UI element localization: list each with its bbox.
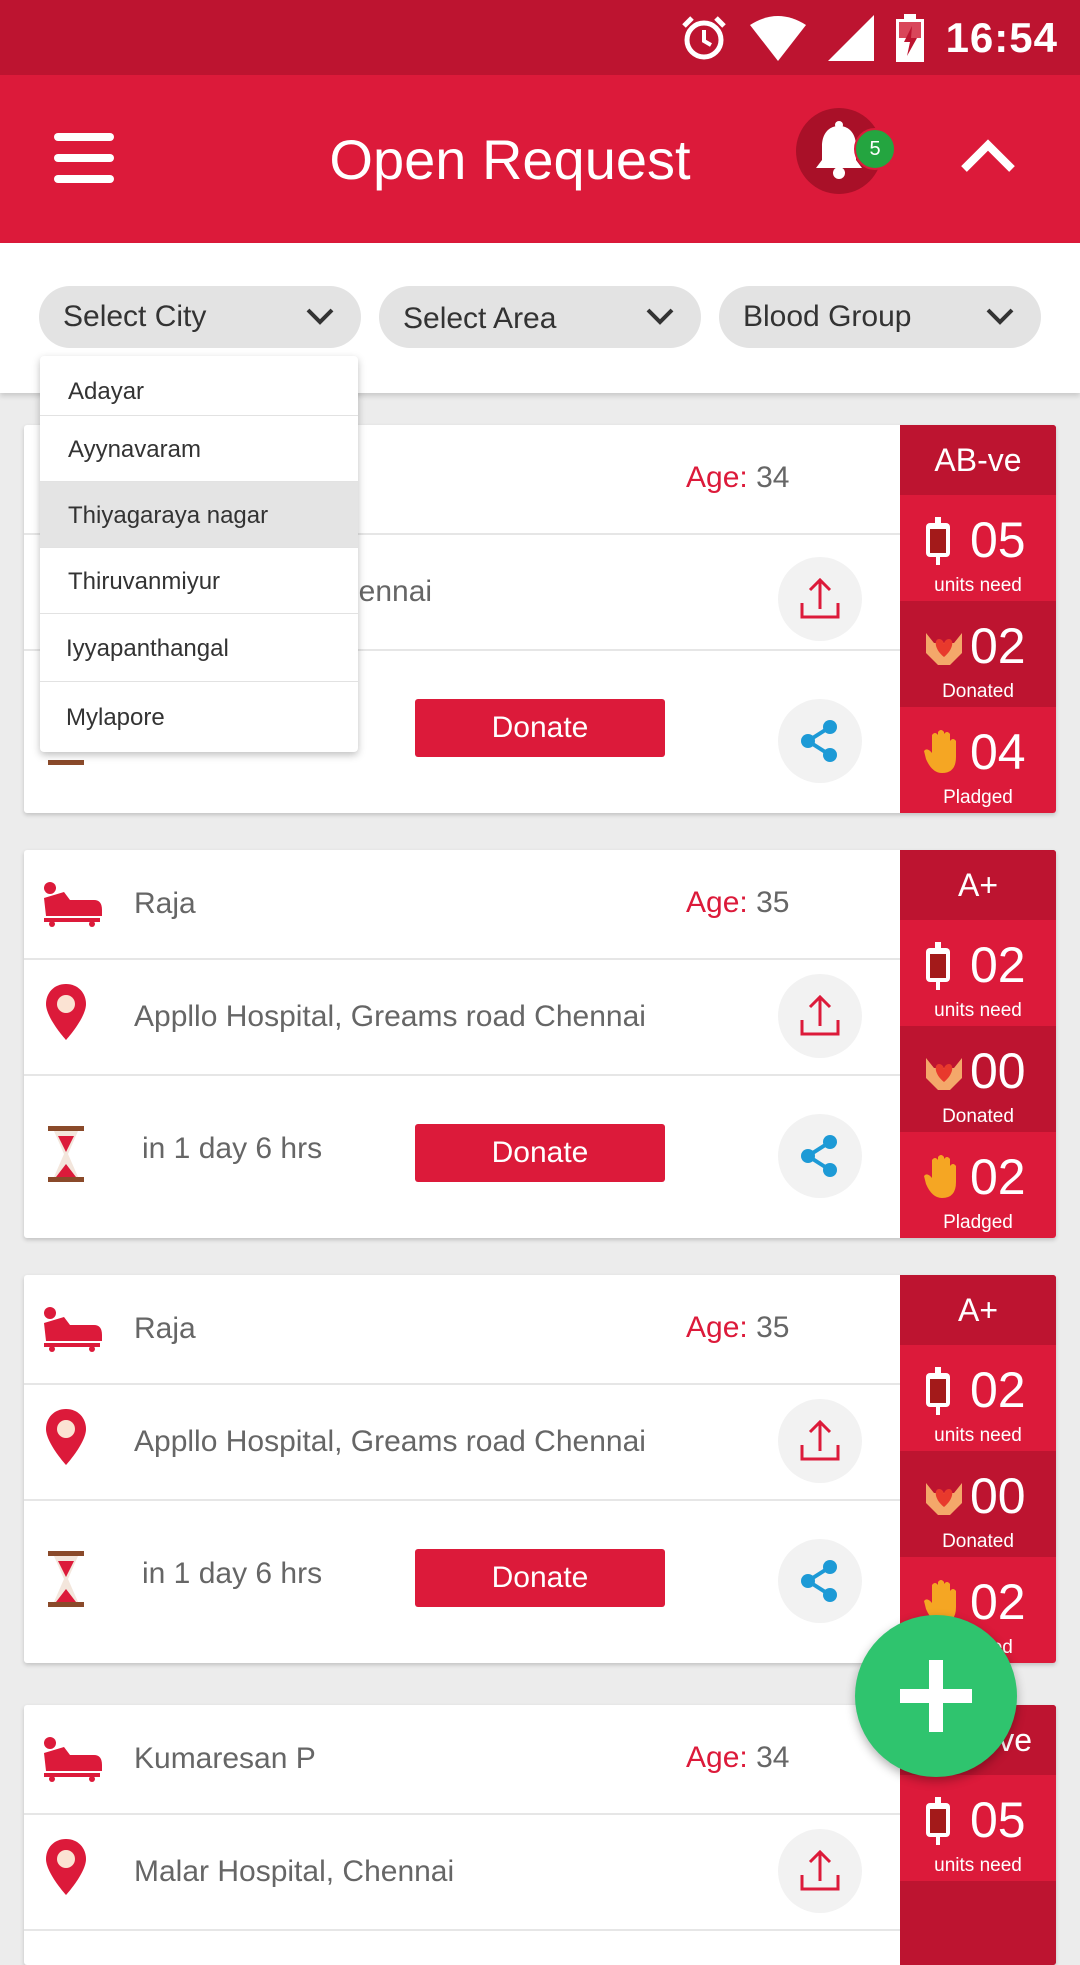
blood-stats-panel: A+ 02 units need 00 Donated 02 Pladged bbox=[900, 850, 1056, 1238]
patient-row: Kumaresan P Age: 34 bbox=[24, 1705, 900, 1815]
patient-row: Raja Age: 35 bbox=[24, 1275, 900, 1385]
share-button[interactable] bbox=[778, 699, 862, 783]
upload-button[interactable] bbox=[778, 1829, 862, 1913]
hospital-name: Appllo Hospital, Greams road Chennai bbox=[134, 1425, 646, 1458]
units-need-stat: 05 units need bbox=[900, 1775, 1056, 1881]
share-icon bbox=[801, 1135, 837, 1177]
patient-name: Kumaresan P bbox=[134, 1742, 316, 1775]
heart-hands-icon bbox=[926, 1483, 962, 1515]
request-card: Raja Age: 35 Appllo Hospital, Greams roa… bbox=[24, 850, 1056, 1238]
chevron-down-icon bbox=[646, 308, 674, 325]
donated-stat bbox=[900, 1881, 1056, 1965]
share-icon bbox=[801, 1560, 837, 1602]
units-need-stat: 02 units need bbox=[900, 1345, 1056, 1451]
blood-group-label: Blood Group bbox=[743, 300, 912, 333]
patient-age: Age: 35 bbox=[686, 886, 790, 919]
city-option[interactable]: Mylapore bbox=[40, 682, 358, 752]
heart-hands-icon bbox=[926, 1058, 962, 1090]
app-bar: Open Request 5 bbox=[0, 75, 1080, 243]
upload-icon bbox=[800, 577, 840, 619]
wifi-icon bbox=[749, 15, 806, 61]
blood-bag-icon bbox=[926, 1367, 950, 1415]
notification-badge: 5 bbox=[854, 128, 896, 170]
units-need-stat: 05 units need bbox=[900, 495, 1056, 601]
share-icon bbox=[801, 720, 837, 762]
city-option[interactable]: Thiruvanmiyur bbox=[40, 548, 358, 614]
raised-hand-icon bbox=[924, 1155, 956, 1198]
patient-bed-icon bbox=[44, 1307, 102, 1352]
status-bar: 16:54 bbox=[0, 0, 1080, 75]
select-city-label: Select City bbox=[63, 300, 207, 333]
time-row: in 1 day 6 hrs Donate bbox=[24, 1499, 900, 1663]
battery-icon bbox=[895, 13, 924, 62]
share-button[interactable] bbox=[778, 1114, 862, 1198]
upload-icon bbox=[800, 1419, 840, 1461]
hospital-name: Malar Hospital, Chennai bbox=[134, 1855, 455, 1888]
raised-hand-icon bbox=[924, 730, 956, 773]
city-option[interactable]: Ayynavaram bbox=[40, 416, 358, 482]
chevron-up-icon[interactable] bbox=[958, 135, 1018, 175]
blood-group-badge: AB-ve bbox=[900, 425, 1056, 495]
city-option[interactable]: Adayar bbox=[40, 356, 358, 416]
blood-stats-panel: AB-ve 05 units need 02 Donated 04 Pladge… bbox=[900, 425, 1056, 813]
donated-stat: 00 Donated bbox=[900, 1451, 1056, 1557]
time-row: in 1 day 6 hrs Donate bbox=[24, 1074, 900, 1238]
select-city-dropdown[interactable]: Select City bbox=[39, 286, 361, 348]
units-need-stat: 02 units need bbox=[900, 920, 1056, 1026]
blood-stats-panel: A+ 02 units need 00 Donated 02 Pladged bbox=[900, 1275, 1056, 1663]
patient-age: Age: 34 bbox=[686, 1741, 790, 1774]
hospital-name: Appllo Hospital, Greams road Chennai bbox=[134, 1000, 646, 1033]
pledged-stat: 04 Pladged bbox=[900, 707, 1056, 813]
location-pin-icon bbox=[46, 984, 86, 1040]
heart-hands-icon bbox=[926, 633, 962, 665]
patient-row: Raja Age: 35 bbox=[24, 850, 900, 960]
hourglass-icon bbox=[48, 1126, 84, 1182]
blood-bag-icon bbox=[926, 517, 950, 565]
blood-group-dropdown[interactable]: Blood Group bbox=[719, 286, 1041, 348]
hourglass-icon bbox=[48, 1551, 84, 1607]
blood-group-badge: A+ bbox=[900, 1275, 1056, 1345]
patient-age: Age: 35 bbox=[686, 1311, 790, 1344]
city-option[interactable]: Thiyagaraya nagar bbox=[40, 482, 358, 548]
donated-stat: 02 Donated bbox=[900, 601, 1056, 707]
patient-bed-icon bbox=[44, 882, 102, 927]
pledged-stat: 02 Pladged bbox=[900, 1132, 1056, 1238]
donate-button[interactable]: Donate bbox=[415, 699, 665, 757]
patient-name: Raja bbox=[134, 1312, 196, 1345]
upload-button[interactable] bbox=[778, 1399, 862, 1483]
hospital-row: Malar Hospital, Chennai bbox=[24, 1813, 900, 1931]
alarm-icon bbox=[681, 15, 726, 59]
signal-icon bbox=[827, 14, 874, 61]
time-left: in 1 day 6 hrs bbox=[142, 1132, 323, 1165]
patient-name: Raja bbox=[134, 887, 196, 920]
upload-button[interactable] bbox=[778, 557, 862, 641]
city-dropdown-list: Adayar Ayynavaram Thiyagaraya nagar Thir… bbox=[40, 356, 358, 752]
city-option[interactable]: Iyyapanthangal bbox=[40, 614, 358, 682]
patient-age: Age: 34 bbox=[686, 461, 790, 494]
add-request-button[interactable] bbox=[855, 1615, 1017, 1777]
donated-stat: 00 Donated bbox=[900, 1026, 1056, 1132]
patient-bed-icon bbox=[44, 1737, 102, 1782]
blood-bag-icon bbox=[926, 942, 950, 990]
chevron-down-icon bbox=[306, 308, 334, 325]
upload-icon bbox=[800, 1849, 840, 1891]
status-time: 16:54 bbox=[945, 13, 1058, 61]
location-pin-icon bbox=[46, 1839, 86, 1895]
hospital-row: Appllo Hospital, Greams road Chennai bbox=[24, 1383, 900, 1501]
request-card: Raja Age: 35 Appllo Hospital, Greams roa… bbox=[24, 1275, 1056, 1663]
blood-bag-icon bbox=[926, 1797, 950, 1845]
blood-group-badge: A+ bbox=[900, 850, 1056, 920]
donate-button[interactable]: Donate bbox=[415, 1549, 665, 1607]
share-button[interactable] bbox=[778, 1539, 862, 1623]
upload-icon bbox=[800, 994, 840, 1036]
hospital-row: Appllo Hospital, Greams road Chennai bbox=[24, 958, 900, 1076]
select-area-dropdown[interactable]: Select Area bbox=[379, 286, 701, 348]
location-pin-icon bbox=[46, 1409, 86, 1465]
select-area-label: Select Area bbox=[403, 302, 557, 335]
chevron-down-icon bbox=[986, 308, 1014, 325]
donate-button[interactable]: Donate bbox=[415, 1124, 665, 1182]
time-left: in 1 day 6 hrs bbox=[142, 1557, 323, 1590]
upload-button[interactable] bbox=[778, 974, 862, 1058]
